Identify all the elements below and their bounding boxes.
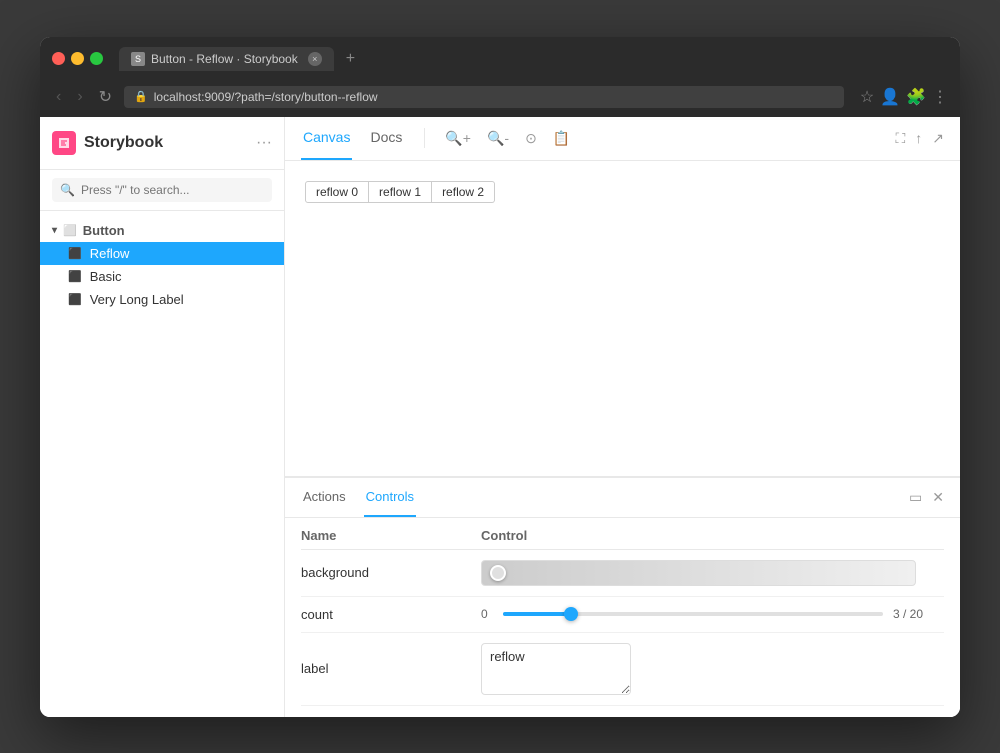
tree-group-button: ▾ ⬜ Button ⬛ Reflow ⬛ Basic	[40, 219, 284, 311]
bottom-panel: Actions Controls ▭ ✕	[285, 477, 960, 717]
controls-table: Name Control background	[285, 518, 960, 717]
logo-icon	[52, 131, 76, 155]
canvas-area: reflow 0 reflow 1 reflow 2	[285, 161, 960, 477]
divider	[424, 128, 425, 148]
slider-thumb[interactable]	[564, 607, 578, 621]
bottom-panel-toolbar: Actions Controls ▭ ✕	[285, 478, 960, 518]
slider-count[interactable]: 0 3 / 20	[481, 607, 944, 621]
sidebar-item-very-long-label[interactable]: ⬛ Very Long Label	[40, 288, 284, 311]
tab-title: Button - Reflow · Storybook	[151, 52, 298, 66]
story-icon-basic: ⬛	[68, 270, 82, 283]
lock-icon: 🔒	[134, 90, 148, 103]
main-panel: Canvas Docs 🔍+ 🔍- ⊙ 📋 ⛶ ↑ ↗	[285, 117, 960, 717]
panel-resize-icon[interactable]: ▭	[909, 489, 922, 506]
sidebar-search[interactable]: 🔍	[40, 170, 284, 211]
sidebar-logo: Storybook	[52, 131, 163, 155]
control-name-background: background	[301, 565, 481, 580]
story-icon-very-long: ⬛	[68, 293, 82, 306]
menu-icon[interactable]: ⋮	[932, 87, 948, 107]
nav-refresh-button[interactable]: ↻	[95, 85, 116, 109]
story-icon-reflow: ⬛	[68, 247, 82, 260]
tab-actions[interactable]: Actions	[301, 477, 348, 517]
control-value-count: 0 3 / 20	[481, 607, 944, 621]
sidebar-tree: ▾ ⬜ Button ⬛ Reflow ⬛ Basic	[40, 211, 284, 717]
control-row-background: background	[301, 550, 944, 597]
sidebar-menu-button[interactable]: ···	[256, 134, 272, 152]
color-picker-background[interactable]	[481, 560, 916, 586]
control-row-label: label	[301, 633, 944, 706]
tab-add-button[interactable]: +	[346, 50, 355, 68]
story-button-reflow-1[interactable]: reflow 1	[369, 181, 432, 203]
sidebar-item-very-long-label-text: Very Long Label	[90, 292, 184, 307]
toolbar-right-icons: ⛶ ↑ ↗	[895, 130, 944, 147]
slider-min-label: 0	[481, 607, 493, 621]
component-icon: ⬜	[63, 224, 77, 237]
nav-forward-button[interactable]: ›	[73, 86, 86, 108]
control-name-label: label	[301, 661, 481, 676]
color-thumb	[490, 565, 506, 581]
nav-back-button[interactable]: ‹	[52, 86, 65, 108]
bottom-tabs: Actions Controls	[301, 477, 416, 517]
share-icon[interactable]: ↑	[915, 130, 922, 146]
header-name: Name	[301, 528, 481, 543]
bookmark-icon[interactable]: ☆	[860, 87, 874, 107]
search-icon: 🔍	[60, 183, 75, 197]
controls-table-header: Name Control	[301, 518, 944, 550]
zoom-reset-icon[interactable]: ⊙	[525, 130, 537, 147]
sidebar-item-reflow[interactable]: ⬛ Reflow	[40, 242, 284, 265]
traffic-light-fullscreen[interactable]	[90, 52, 103, 65]
text-control-label[interactable]	[481, 643, 631, 695]
header-control: Control	[481, 528, 944, 543]
control-value-background[interactable]	[481, 560, 944, 586]
tab-close-button[interactable]: ×	[308, 52, 322, 66]
address-bar[interactable]: 🔒 localhost:9009/?path=/story/button--re…	[124, 86, 844, 108]
search-input[interactable]	[81, 183, 264, 197]
zoom-out-icon[interactable]: 🔍-	[487, 130, 509, 147]
save-icon[interactable]: 📋	[553, 130, 570, 147]
traffic-light-minimize[interactable]	[71, 52, 84, 65]
tab-controls[interactable]: Controls	[364, 477, 416, 517]
logo-text: Storybook	[84, 134, 163, 152]
story-button-reflow-0[interactable]: reflow 0	[305, 181, 369, 203]
main-toolbar: Canvas Docs 🔍+ 🔍- ⊙ 📋 ⛶ ↑ ↗	[285, 117, 960, 161]
sidebar-item-reflow-label: Reflow	[90, 246, 130, 261]
story-button-reflow-2[interactable]: reflow 2	[432, 181, 495, 203]
sidebar-item-button-group[interactable]: ▾ ⬜ Button	[40, 219, 284, 242]
sidebar-item-basic-label: Basic	[90, 269, 122, 284]
sidebar-item-basic[interactable]: ⬛ Basic	[40, 265, 284, 288]
control-row-count: count 0 3 / 20	[301, 597, 944, 633]
traffic-light-close[interactable]	[52, 52, 65, 65]
slider-track[interactable]	[503, 612, 883, 616]
zoom-in-icon[interactable]: 🔍+	[445, 130, 471, 147]
panel-close-icon[interactable]: ✕	[932, 489, 944, 506]
expand-icon[interactable]: ⛶	[895, 130, 905, 147]
tab-canvas[interactable]: Canvas	[301, 117, 352, 161]
control-value-label[interactable]	[481, 643, 944, 695]
bottom-panel-icons: ▭ ✕	[909, 489, 944, 506]
open-new-icon[interactable]: ↗	[932, 130, 944, 147]
sidebar: Storybook ··· 🔍 ▾ ⬜ Button	[40, 117, 285, 717]
address-text: localhost:9009/?path=/story/button--refl…	[154, 90, 378, 104]
toolbar-tabs: Canvas Docs 🔍+ 🔍- ⊙ 📋	[301, 117, 570, 161]
canvas-story: reflow 0 reflow 1 reflow 2	[285, 161, 960, 477]
browser-tab[interactable]: S Button - Reflow · Storybook ×	[119, 47, 334, 71]
story-preview: reflow 0 reflow 1 reflow 2	[305, 181, 940, 203]
profile-icon[interactable]: 👤	[880, 87, 900, 107]
slider-fill	[503, 612, 571, 616]
slider-max-label: 3 / 20	[893, 607, 923, 621]
tab-favicon: S	[131, 52, 145, 66]
extensions-icon[interactable]: 🧩	[906, 87, 926, 107]
sidebar-header: Storybook ···	[40, 117, 284, 170]
sidebar-item-button-label: Button	[83, 223, 125, 238]
expand-icon: ▾	[52, 225, 57, 236]
tab-docs[interactable]: Docs	[368, 117, 404, 161]
browser-action-icons: ☆ 👤 🧩 ⋮	[860, 87, 948, 107]
control-name-count: count	[301, 607, 481, 622]
